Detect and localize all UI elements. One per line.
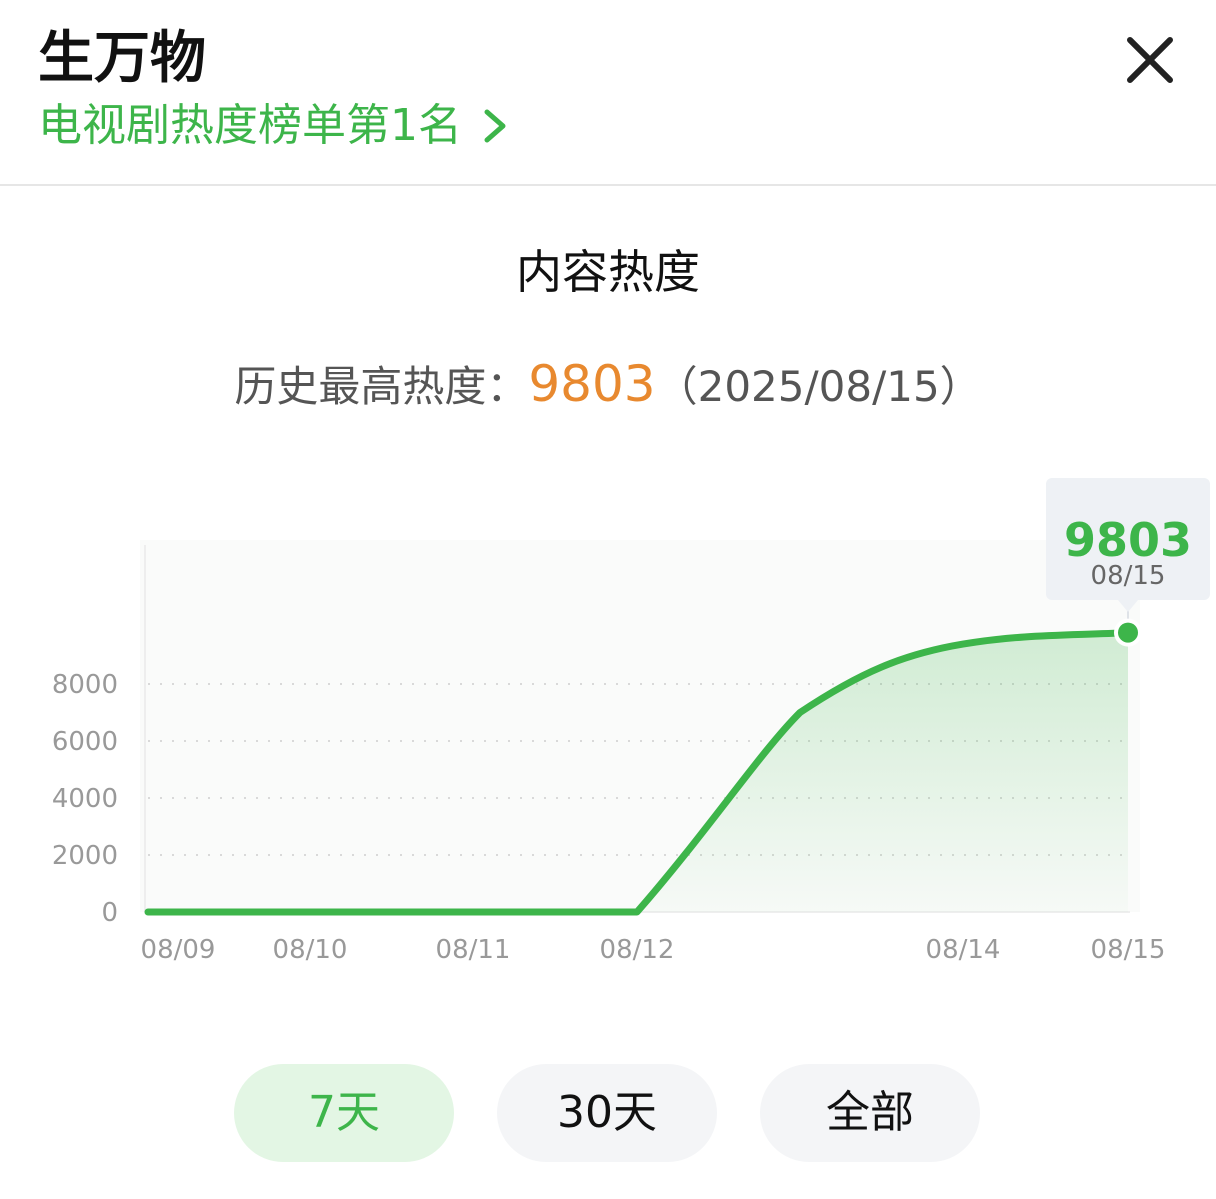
range-all-button[interactable]: 全部 (760, 1064, 980, 1162)
x-tick-label: 08/11 (436, 935, 511, 965)
close-icon[interactable] (1118, 28, 1182, 92)
rank-link[interactable]: 电视剧热度榜单第1名 (38, 98, 512, 154)
rank-text: 电视剧热度榜单第1名 (38, 100, 462, 151)
range-7-days-button[interactable]: 7天 (234, 1064, 454, 1162)
highlight-point (1118, 622, 1138, 643)
x-tick-label: 08/12 (600, 935, 675, 965)
peak-label: 历史最高热度： (234, 362, 529, 411)
range-tabs: 7天 30天 全部 (0, 1064, 1216, 1164)
tooltip-value: 9803 (1064, 513, 1192, 567)
heat-chart: 0 2000 4000 6000 8000 08/09 08/10 08/11 08/12 08/… (52, 478, 1210, 965)
chevron-right-icon (484, 109, 506, 143)
y-tick-label: 2000 (52, 841, 118, 871)
x-tick-label: 08/10 (273, 935, 348, 965)
x-tick-label: 08/15 (1091, 935, 1166, 965)
chart-title: 内容热度 (516, 245, 700, 299)
peak-date: （2025/08/15） (655, 362, 982, 411)
heat-sheet: 生万物 电视剧热度榜单第1名 内容热度 历史最高热度：9803（2025/08/… (0, 0, 1216, 1199)
y-tick-label: 4000 (52, 784, 118, 814)
tooltip-date: 08/15 (1091, 561, 1166, 591)
y-tick-label: 6000 (52, 727, 118, 757)
range-30-days-button[interactable]: 30天 (497, 1064, 717, 1162)
y-tick-label: 8000 (52, 670, 118, 700)
page-title: 生万物 (38, 26, 206, 91)
peak-summary: 历史最高热度：9803（2025/08/15） (0, 352, 1216, 419)
y-tick-label: 0 (101, 898, 118, 928)
peak-value: 9803 (528, 355, 656, 413)
header: 生万物 电视剧热度榜单第1名 (0, 0, 1216, 186)
x-tick-label: 08/14 (926, 935, 1001, 965)
x-tick-label: 08/09 (141, 935, 216, 965)
